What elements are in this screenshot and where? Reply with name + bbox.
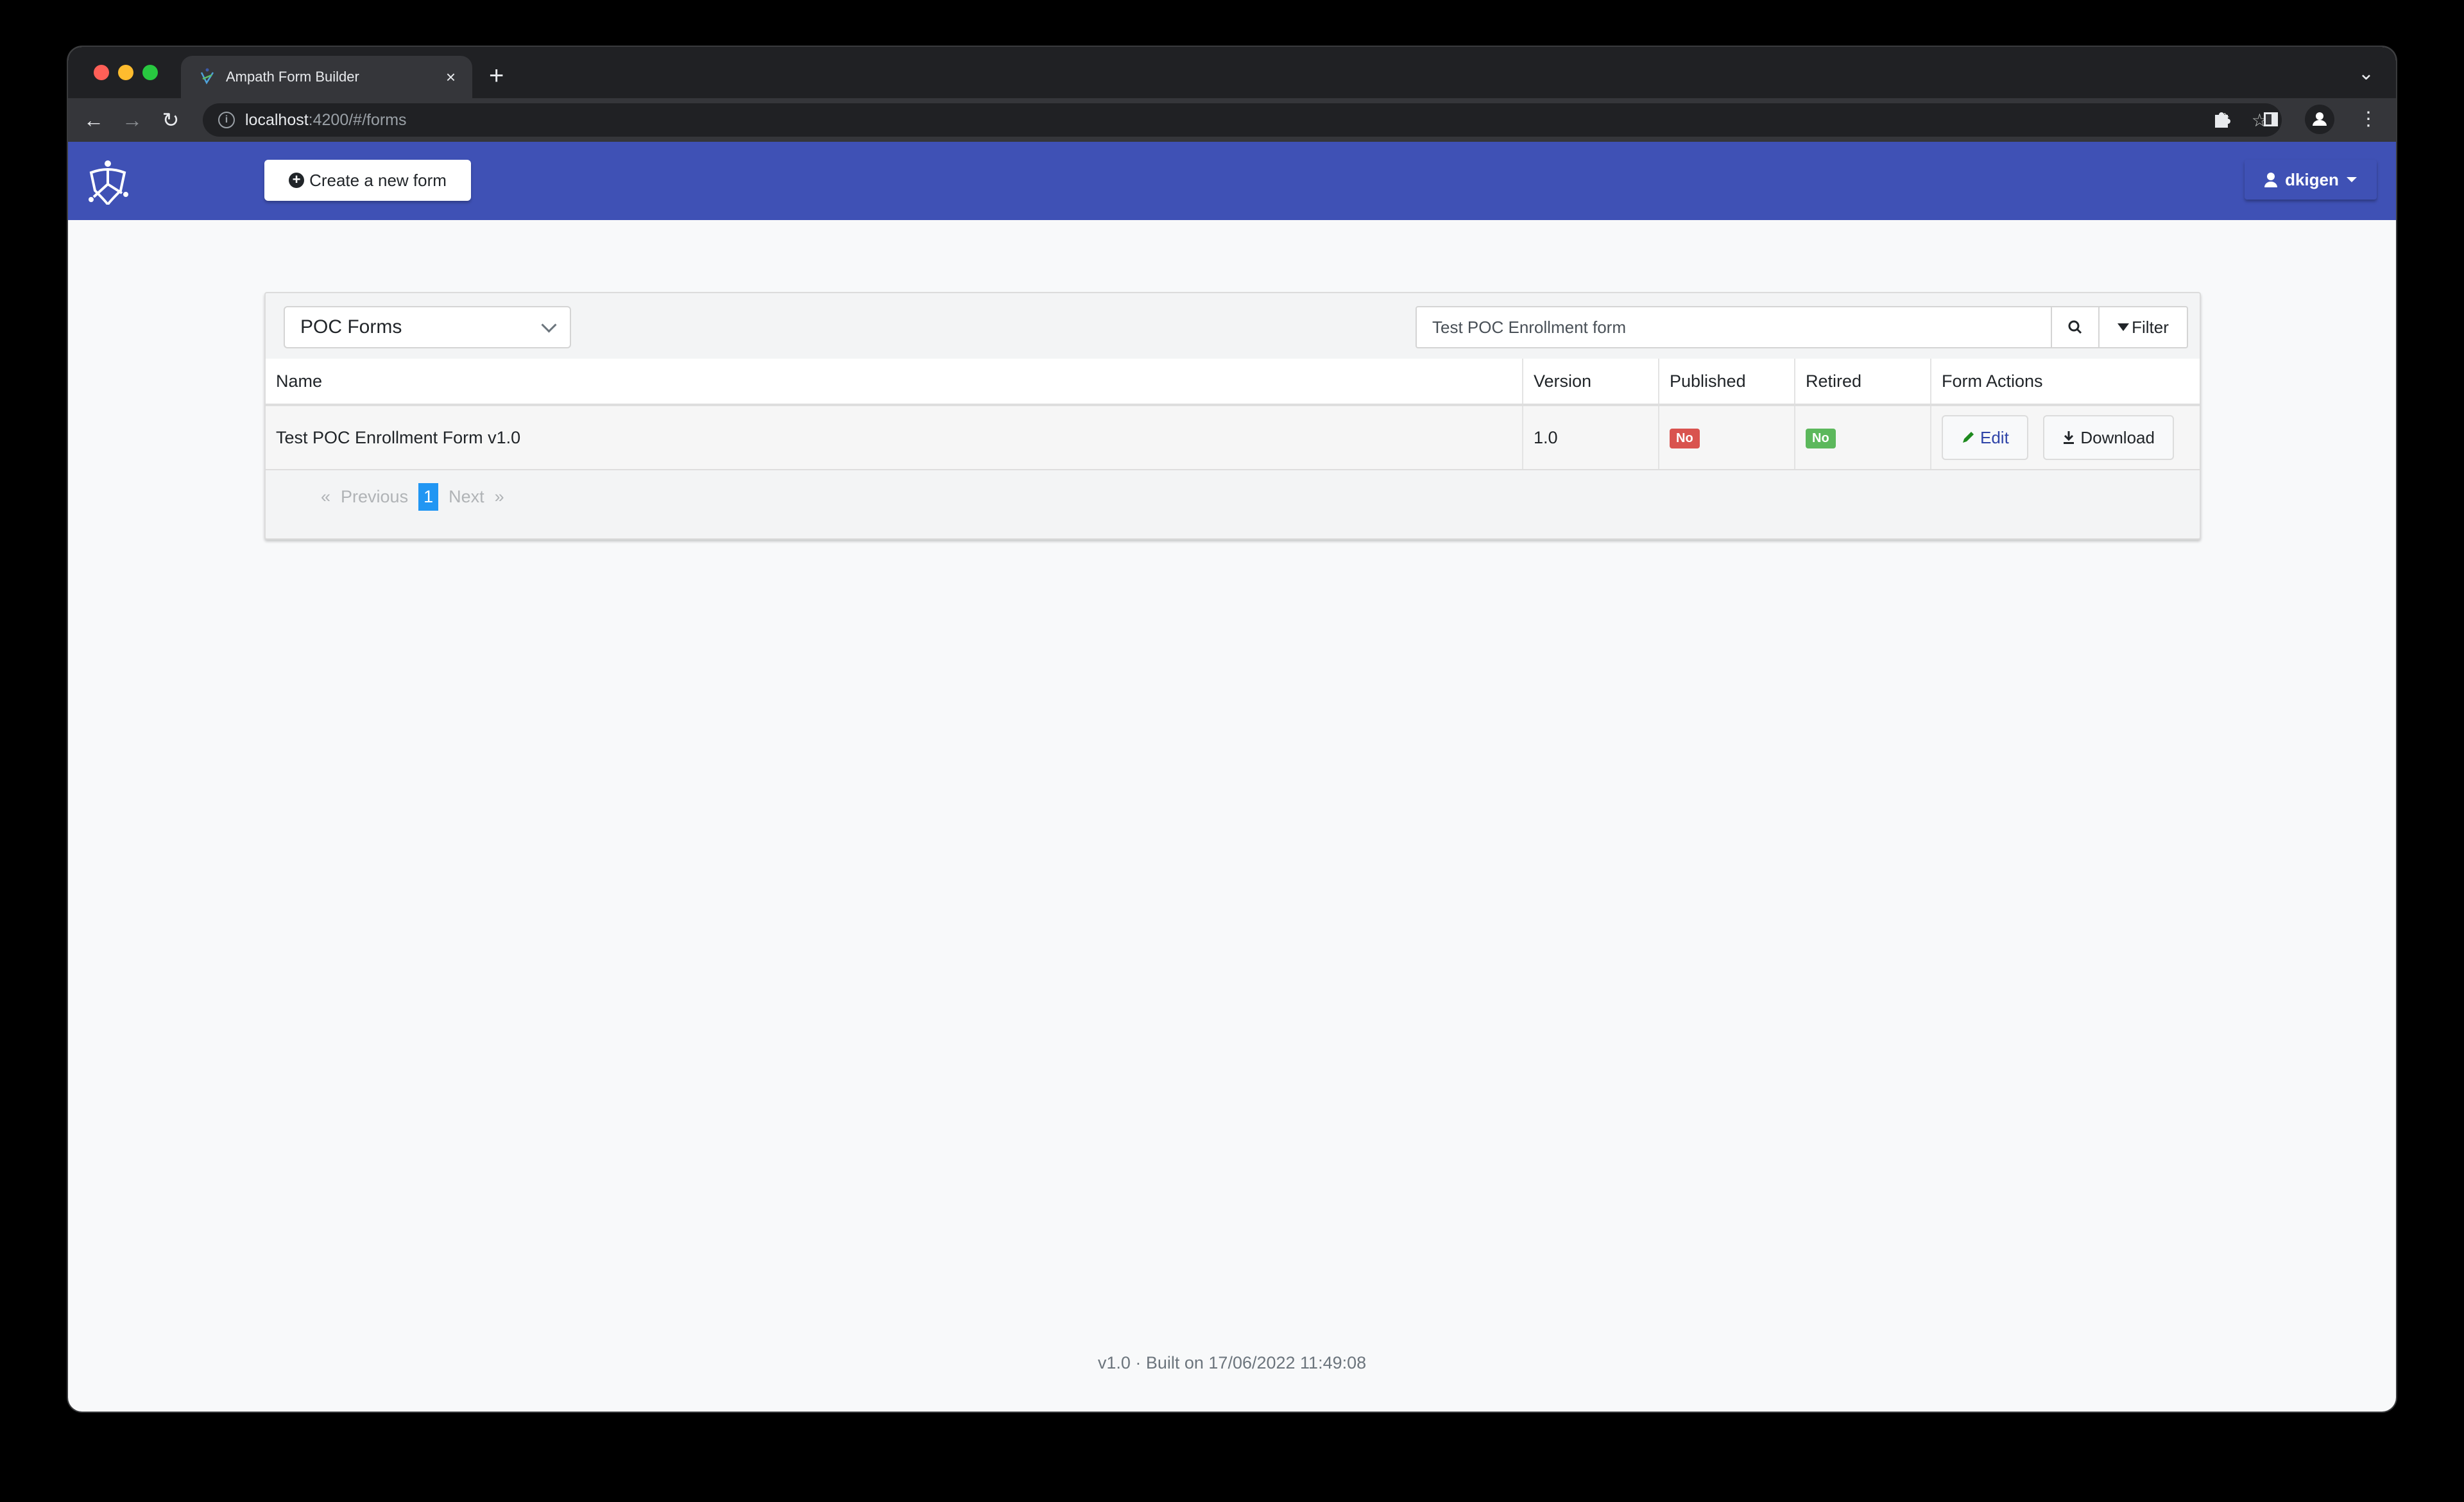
side-panel-icon[interactable] xyxy=(2256,105,2286,134)
edit-label: Edit xyxy=(1980,427,2009,447)
search-button[interactable] xyxy=(2051,307,2098,347)
retired-cell: No xyxy=(1795,405,1931,470)
ampath-logo-icon[interactable] xyxy=(85,158,131,207)
user-menu-dropdown[interactable]: dkigen xyxy=(2245,160,2377,200)
previous-chevron-icon[interactable]: « xyxy=(321,487,330,507)
forms-panel: POC Forms Filter Name Version Published xyxy=(264,292,2201,540)
column-header-version: Version xyxy=(1523,359,1659,406)
published-cell: No xyxy=(1659,405,1795,470)
filter-button[interactable]: Filter xyxy=(2098,307,2187,347)
user-icon xyxy=(2264,173,2278,187)
forward-arrow-icon[interactable]: → xyxy=(118,106,146,134)
url-text[interactable]: localhost:4200/#/forms xyxy=(245,111,407,130)
retired-status-badge: No xyxy=(1806,429,1836,448)
back-arrow-icon[interactable]: ← xyxy=(80,106,108,134)
download-icon xyxy=(2064,431,2075,444)
next-chevron-icon[interactable]: » xyxy=(495,487,504,507)
chevron-down-icon xyxy=(541,316,557,333)
minimize-window-button[interactable] xyxy=(118,65,133,80)
pencil-icon xyxy=(1963,432,1974,443)
form-category-value: POC Forms xyxy=(300,316,402,337)
form-category-select[interactable]: POC Forms xyxy=(284,306,571,348)
extensions-puzzle-icon[interactable] xyxy=(2207,105,2237,134)
plus-circle-icon: + xyxy=(289,173,305,188)
new-tab-button[interactable]: + xyxy=(489,60,504,92)
column-header-name: Name xyxy=(266,359,1523,406)
zoom-window-button[interactable] xyxy=(142,65,158,80)
search-input[interactable] xyxy=(1417,307,2051,347)
app-header: + Create a new form dkigen xyxy=(68,142,2396,220)
form-version: 1.0 xyxy=(1523,405,1659,470)
table-header-row: Name Version Published Retired Form Acti… xyxy=(266,359,2200,406)
reload-icon[interactable]: ↻ xyxy=(157,106,185,134)
browser-menu-kebab-icon[interactable]: ⋮ xyxy=(2354,105,2383,134)
edit-form-button[interactable]: Edit xyxy=(1942,415,2028,460)
page-1-link[interactable]: 1 xyxy=(418,483,439,511)
close-window-button[interactable] xyxy=(94,65,109,80)
form-name[interactable]: Test POC Enrollment Form v1.0 xyxy=(266,405,1523,470)
filter-funnel-icon xyxy=(2118,323,2130,331)
previous-page-link[interactable]: Previous xyxy=(341,487,408,507)
download-label: Download xyxy=(2080,427,2155,447)
column-header-retired: Retired xyxy=(1795,359,1931,406)
browser-toolbar: ← → ↻ i localhost:4200/#/forms ⇪ ☆ ⋮ xyxy=(68,98,2396,142)
caret-down-icon xyxy=(2346,177,2357,182)
window-controls xyxy=(94,65,158,80)
filter-label: Filter xyxy=(2132,317,2169,337)
profile-avatar-icon[interactable] xyxy=(2305,105,2334,134)
column-header-form-actions: Form Actions xyxy=(1931,359,2200,406)
tab-close-icon[interactable]: × xyxy=(446,67,456,87)
pagination: « Previous 1 Next » xyxy=(321,483,504,511)
address-bar[interactable]: i localhost:4200/#/forms ⇪ ☆ xyxy=(203,103,2282,137)
search-group: Filter xyxy=(1416,306,2188,348)
published-status-badge: No xyxy=(1670,429,1700,448)
tab-title: Ampath Form Builder xyxy=(226,69,359,85)
download-form-button[interactable]: Download xyxy=(2043,415,2174,460)
url-host: localhost xyxy=(245,110,309,129)
url-path: :4200/#/forms xyxy=(308,110,407,129)
user-name: dkigen xyxy=(2285,169,2339,189)
browser-window: Ampath Form Builder × + ⌄ ← → ↻ i localh… xyxy=(68,47,2396,1412)
create-new-form-label: Create a new form xyxy=(309,170,447,190)
site-info-icon[interactable]: i xyxy=(218,112,235,128)
build-info-footer: v1.0 · Built on 17/06/2022 11:49:08 xyxy=(1097,1353,1367,1372)
table-row: Test POC Enrollment Form v1.0 1.0 No No xyxy=(266,405,2200,470)
tab-search-chevron-icon[interactable]: ⌄ xyxy=(2358,62,2374,85)
column-header-published: Published xyxy=(1659,359,1795,406)
forms-table: Name Version Published Retired Form Acti… xyxy=(266,359,2200,470)
ampath-favicon-icon xyxy=(200,68,214,85)
search-icon xyxy=(2068,320,2082,334)
tab-strip: Ampath Form Builder × + ⌄ xyxy=(68,47,2396,98)
next-page-link[interactable]: Next xyxy=(449,487,484,507)
browser-tab[interactable]: Ampath Form Builder × xyxy=(181,56,472,98)
create-new-form-button[interactable]: + Create a new form xyxy=(264,160,471,201)
form-actions-cell: Edit Download xyxy=(1931,405,2200,470)
